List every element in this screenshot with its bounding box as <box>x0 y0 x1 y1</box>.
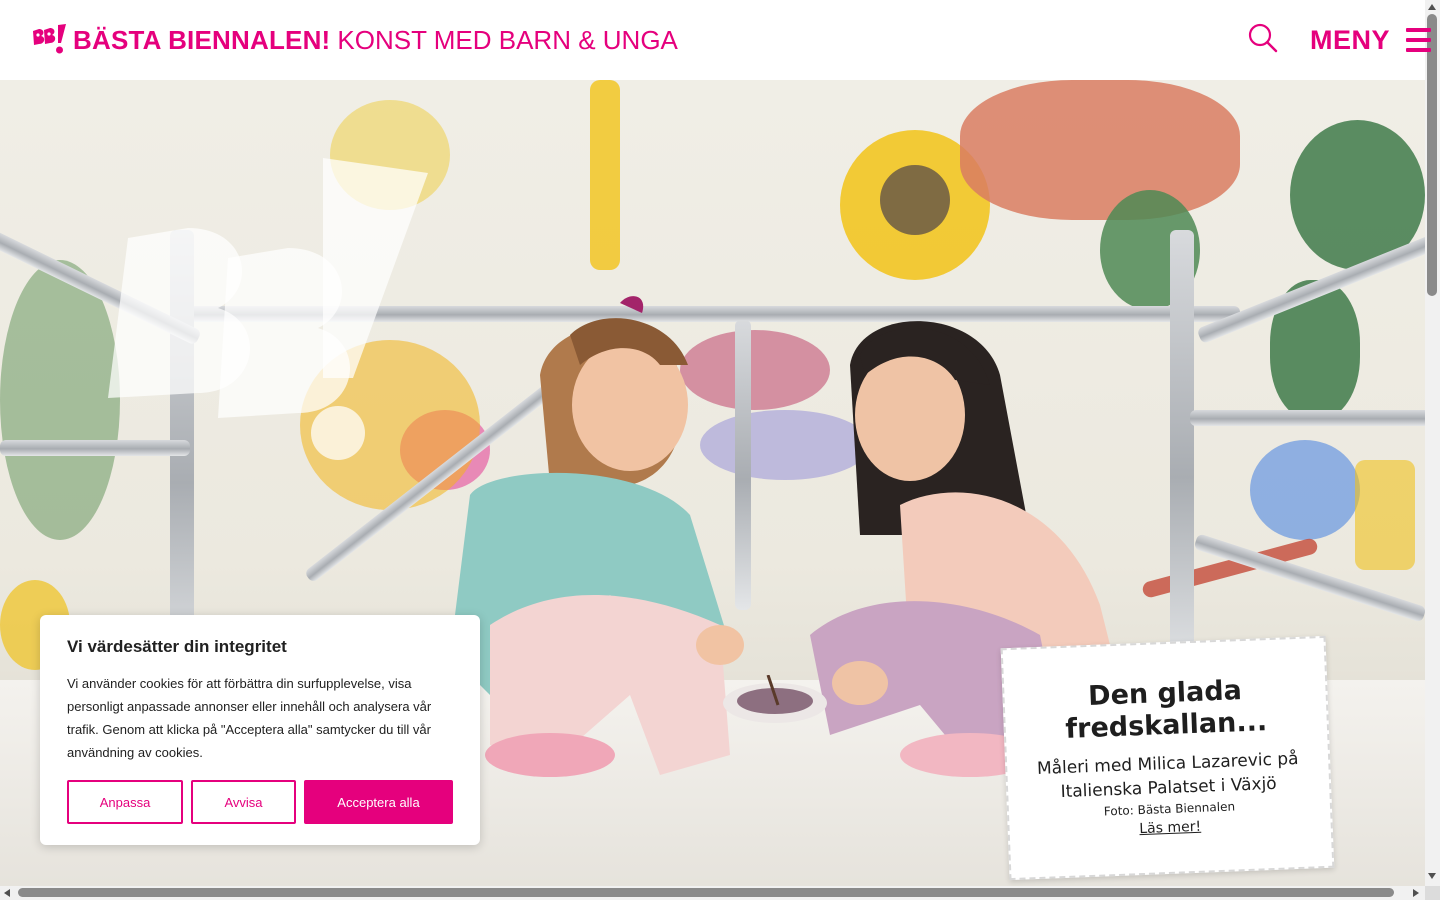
site-header: BÄSTA BIENNALEN! KONST MED BARN & UNGA M… <box>0 0 1432 80</box>
paint-bowl-image <box>723 675 827 723</box>
feature-title: Den glada fredskallan... <box>1064 675 1268 745</box>
cookie-description: Vi använder cookies för att förbättra di… <box>67 676 432 760</box>
scrollbar-corner <box>1425 886 1440 900</box>
brand-tagline: KONST MED BARN & UNGA <box>337 25 678 55</box>
horizontal-scroll-thumb[interactable] <box>18 888 1394 897</box>
cookie-title: Vi värdesätter din integritet <box>67 637 287 656</box>
scroll-right-arrow-icon[interactable] <box>1413 889 1419 897</box>
hamburger-icon <box>1406 28 1432 52</box>
feature-photo-credit: Foto: Bästa Biennalen <box>1103 799 1236 819</box>
menu-label: MENY <box>1310 24 1391 55</box>
brand-logo-icon <box>33 24 66 54</box>
scroll-left-arrow-icon[interactable] <box>4 889 10 897</box>
cookie-actions: Anpassa Avvisa Acceptera alla <box>67 780 453 824</box>
cookie-consent-banner: Vi värdesätter din integritet Vi använde… <box>40 615 480 845</box>
hero-logo-watermark-icon <box>108 158 428 460</box>
vertical-scrollbar[interactable] <box>1425 0 1440 886</box>
feature-read-more-link[interactable]: Läs mer! <box>1139 819 1201 837</box>
scroll-up-arrow-icon[interactable] <box>1428 4 1436 10</box>
cookie-customize-button[interactable]: Anpassa <box>67 780 183 824</box>
search-icon <box>1248 23 1278 52</box>
horizontal-scrollbar[interactable] <box>0 886 1425 900</box>
brand-name: BÄSTA BIENNALEN! <box>73 25 331 55</box>
scroll-down-arrow-icon[interactable] <box>1428 873 1436 879</box>
cookie-accept-all-button[interactable]: Acceptera alla <box>304 780 453 824</box>
menu-button[interactable]: MENY <box>1310 22 1432 58</box>
search-button[interactable] <box>1246 22 1280 56</box>
feature-subtitle: Måleri med Milica Lazarevic på Italiensk… <box>1036 748 1299 803</box>
cookie-reject-button[interactable]: Avvisa <box>191 780 296 824</box>
brand-home-link[interactable]: BÄSTA BIENNALEN! KONST MED BARN & UNGA <box>31 23 678 57</box>
feature-card[interactable]: Den glada fredskallan... Måleri med Mili… <box>1000 635 1335 881</box>
